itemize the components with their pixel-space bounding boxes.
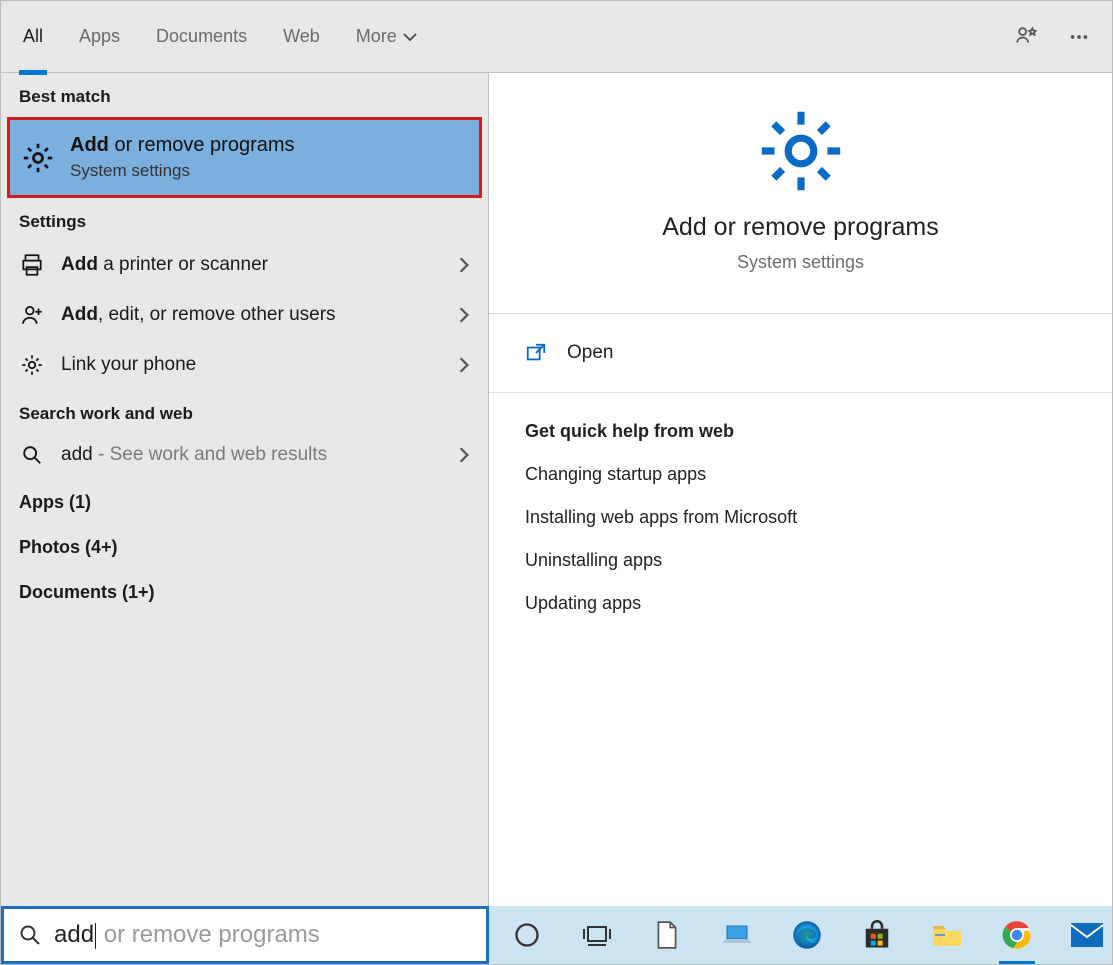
preview-title: Add or remove programs [662, 213, 939, 242]
chevron-right-icon [458, 356, 470, 374]
help-link[interactable]: Changing startup apps [525, 464, 1076, 485]
best-match-subtitle: System settings [70, 161, 295, 181]
mail-icon [1071, 923, 1103, 947]
open-action[interactable]: Open [489, 314, 1112, 393]
tab-documents[interactable]: Documents [152, 16, 251, 57]
preview-panel: Add or remove programs System settings O… [489, 73, 1112, 906]
gear-icon [19, 352, 45, 378]
search-input[interactable]: add or remove programs [1, 906, 489, 964]
web-search-item[interactable]: add - See work and web results [1, 432, 488, 478]
best-match-title: Add or remove programs [70, 134, 295, 157]
person-plus-icon [19, 302, 45, 328]
taskbar-file-explorer[interactable] [929, 917, 965, 953]
bottom-bar: add or remove programs [1, 906, 1112, 964]
category-photos[interactable]: Photos (4+) [1, 523, 488, 568]
help-link[interactable]: Updating apps [525, 593, 1076, 614]
search-icon [21, 444, 43, 466]
chevron-right-icon [458, 446, 470, 464]
store-icon [862, 920, 892, 950]
tab-apps[interactable]: Apps [75, 16, 124, 57]
edge-icon [792, 920, 822, 950]
search-icon [18, 923, 42, 947]
chevron-right-icon [458, 256, 470, 274]
taskbar-document-app[interactable] [649, 917, 685, 953]
preview-subtitle: System settings [737, 252, 864, 273]
open-icon [525, 342, 547, 364]
tab-all[interactable]: All [19, 16, 47, 57]
best-match-result[interactable]: Add or remove programs System settings [7, 117, 482, 198]
settings-item-printer[interactable]: Add a printer or scanner [1, 240, 488, 290]
taskbar [489, 906, 1112, 964]
more-options-icon[interactable] [1068, 26, 1090, 48]
printer-icon [19, 252, 45, 278]
taskbar-cortana[interactable] [509, 917, 545, 953]
gear-icon [20, 140, 56, 176]
section-settings: Settings [1, 198, 488, 240]
tab-web[interactable]: Web [279, 16, 324, 57]
help-heading: Get quick help from web [525, 421, 1076, 442]
search-filter-tabs: All Apps Documents Web More [1, 1, 1112, 73]
task-view-icon [582, 922, 612, 948]
help-link[interactable]: Installing web apps from Microsoft [525, 507, 1076, 528]
gear-icon [753, 103, 849, 199]
taskbar-task-view[interactable] [579, 917, 615, 953]
taskbar-store[interactable] [859, 917, 895, 953]
section-search-web: Search work and web [1, 390, 488, 432]
taskbar-mail[interactable] [1069, 917, 1105, 953]
folder-icon [931, 922, 963, 948]
taskbar-laptop-app[interactable] [719, 917, 755, 953]
laptop-icon [721, 923, 753, 947]
taskbar-edge[interactable] [789, 917, 825, 953]
cortana-icon [513, 921, 541, 949]
category-apps[interactable]: Apps (1) [1, 478, 488, 523]
taskbar-chrome[interactable] [999, 917, 1035, 953]
document-icon [654, 920, 680, 950]
category-documents[interactable]: Documents (1+) [1, 568, 488, 613]
tab-more[interactable]: More [352, 16, 421, 57]
feedback-icon[interactable] [1014, 24, 1040, 50]
settings-item-users[interactable]: Add, edit, or remove other users [1, 290, 488, 340]
section-best-match: Best match [1, 73, 488, 115]
search-text: add or remove programs [54, 921, 320, 949]
results-panel: Best match Add or remove programs System… [1, 73, 489, 906]
settings-item-link-phone[interactable]: Link your phone [1, 340, 488, 390]
chevron-down-icon [403, 32, 417, 42]
help-link[interactable]: Uninstalling apps [525, 550, 1076, 571]
chrome-icon [1002, 920, 1032, 950]
chevron-right-icon [458, 306, 470, 324]
